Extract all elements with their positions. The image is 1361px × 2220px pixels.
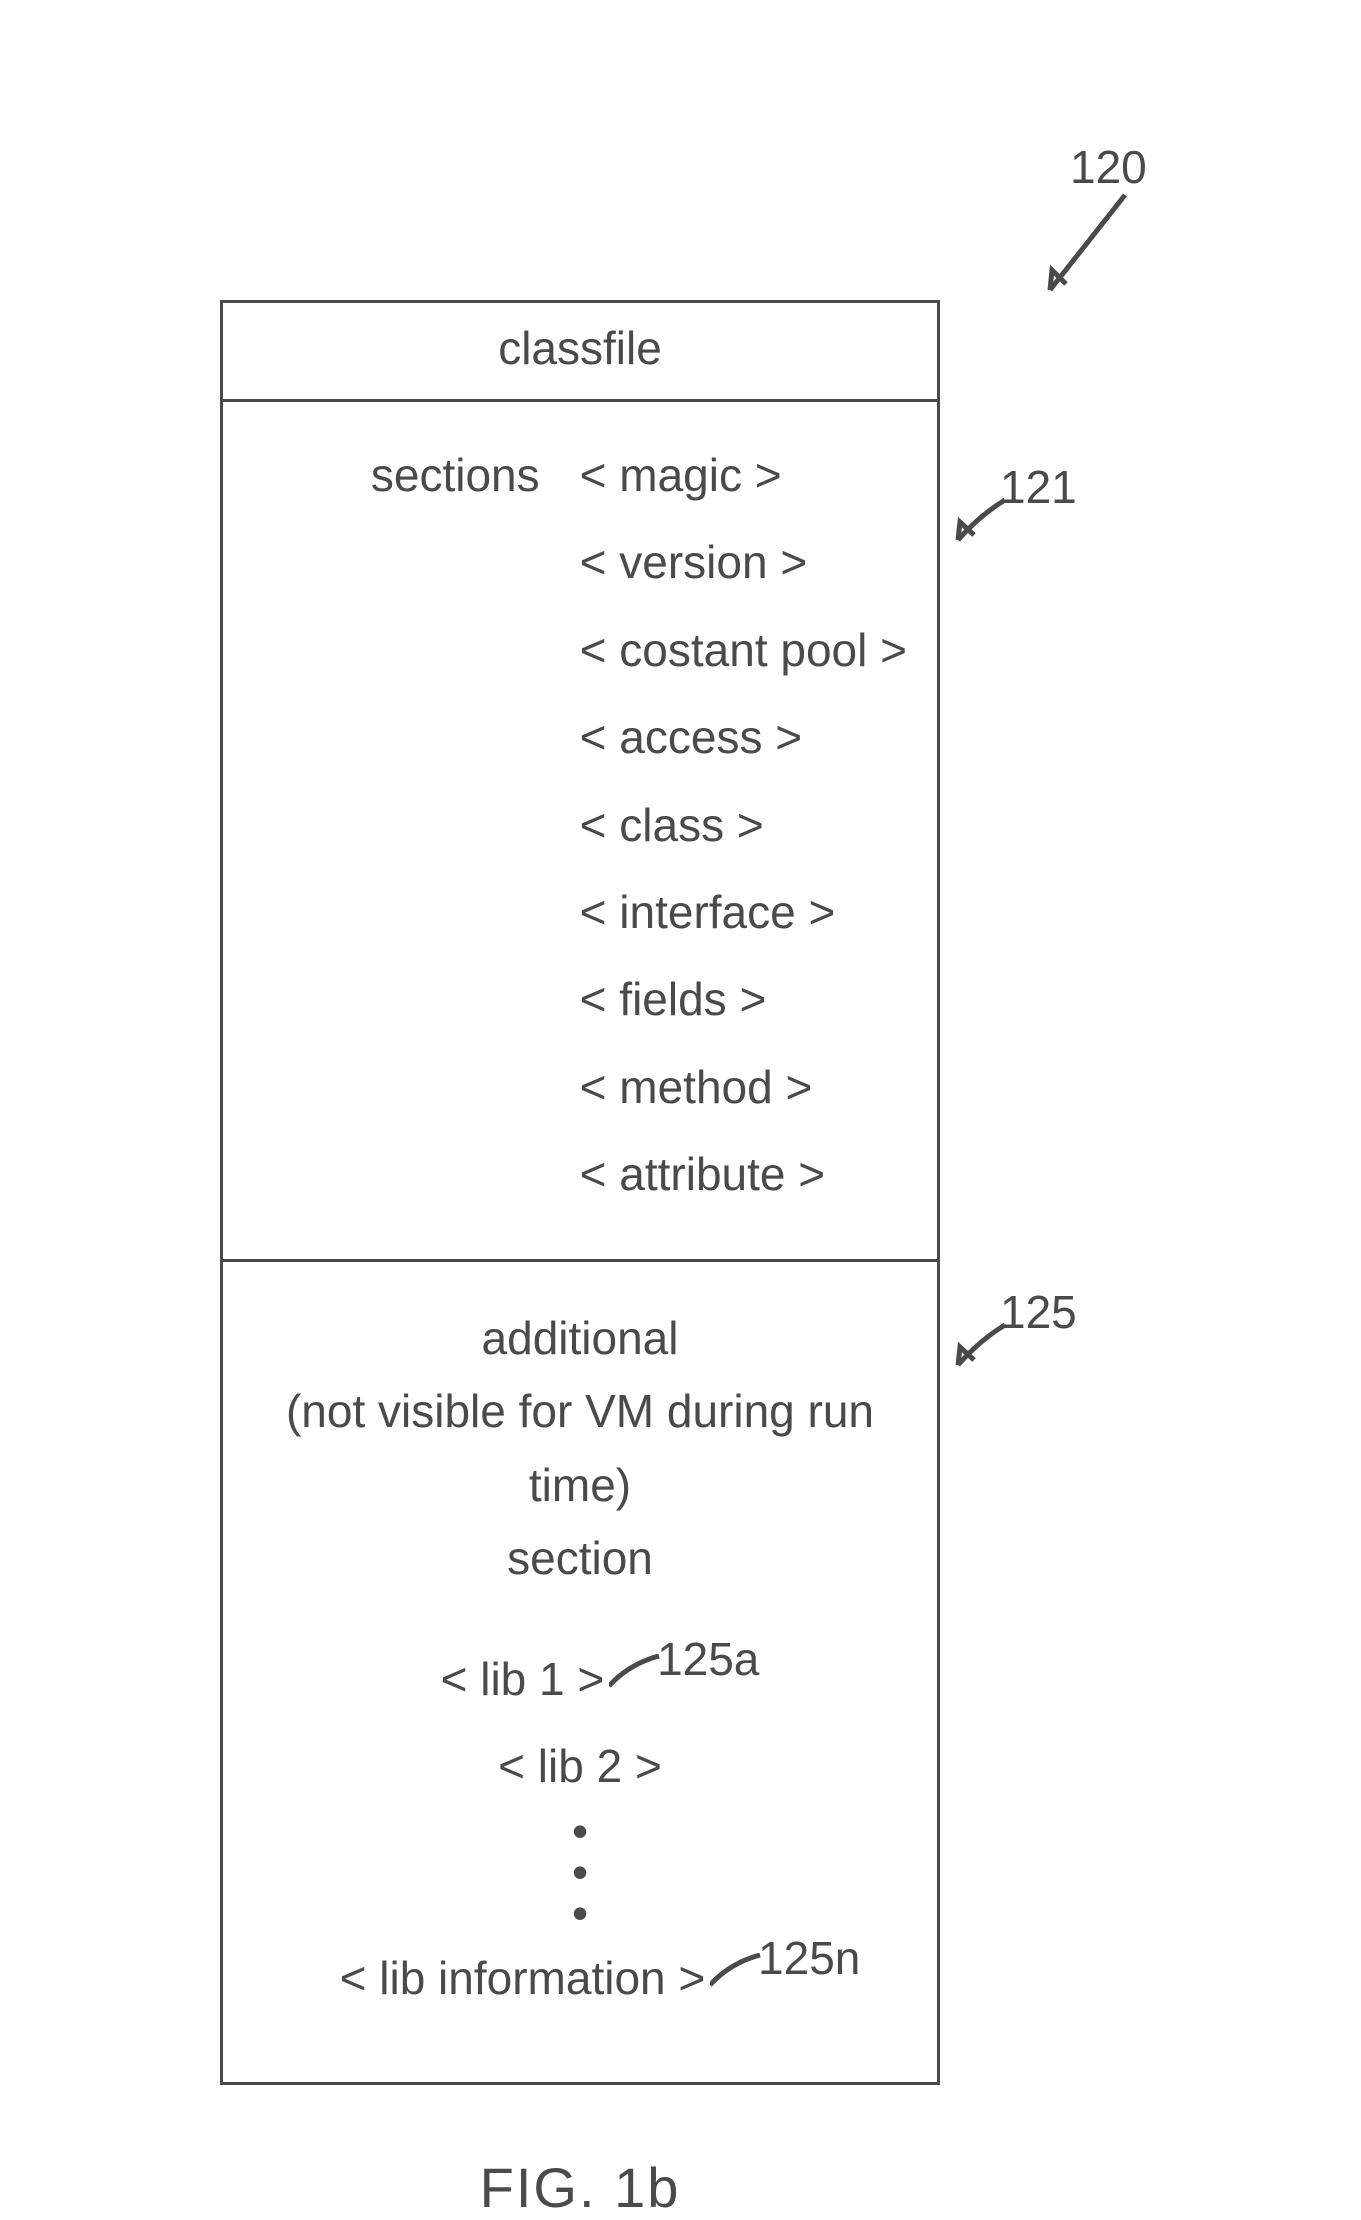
sections-label: sections	[283, 432, 580, 1219]
arrow-125	[950, 1320, 1020, 1385]
section-item: < method >	[580, 1044, 907, 1131]
additional-line-3: section	[243, 1522, 917, 1596]
ref-120: 120	[1070, 140, 1147, 194]
section-item: < interface >	[580, 869, 907, 956]
lib-information: < lib information >	[340, 1952, 706, 2004]
section-item: < version >	[580, 519, 907, 606]
additional-line-1: additional	[243, 1302, 917, 1376]
arrow-121	[950, 495, 1020, 560]
section-item: < attribute >	[580, 1131, 907, 1218]
lib-1: < lib 1 >	[441, 1653, 605, 1705]
section-item: < class >	[580, 782, 907, 869]
ref-125n-wrap: 125n	[718, 1935, 820, 2022]
section-item: < access >	[580, 694, 907, 781]
classfile-title: classfile	[223, 303, 937, 402]
figure-caption: FIG. 1b	[220, 2155, 940, 2220]
lib-row: < lib 1 > 125a	[243, 1636, 917, 1723]
sections-list: < magic > < version > < costant pool > <…	[580, 432, 907, 1219]
arrow-120	[1040, 190, 1160, 315]
lib-2: < lib 2 >	[243, 1723, 917, 1810]
section-item: < costant pool >	[580, 607, 907, 694]
additional-line-2: (not visible for VM during run time)	[243, 1375, 917, 1522]
ref-125n: 125n	[758, 1932, 860, 1984]
section-item: < fields >	[580, 956, 907, 1043]
additional-cell: additional (not visible for VM during ru…	[223, 1262, 937, 2083]
sections-cell: sections < magic > < version > < costant…	[223, 402, 937, 1262]
lib-info-row: < lib information > 125n	[243, 1935, 917, 2022]
ref-125a-wrap: 125a	[617, 1636, 719, 1723]
ellipsis-dot: •	[243, 1893, 917, 1934]
classfile-diagram: classfile sections < magic > < version >…	[220, 300, 940, 2220]
classfile-box: classfile sections < magic > < version >…	[220, 300, 940, 2085]
ref-125a: 125a	[657, 1633, 759, 1685]
section-item: < magic >	[580, 432, 907, 519]
